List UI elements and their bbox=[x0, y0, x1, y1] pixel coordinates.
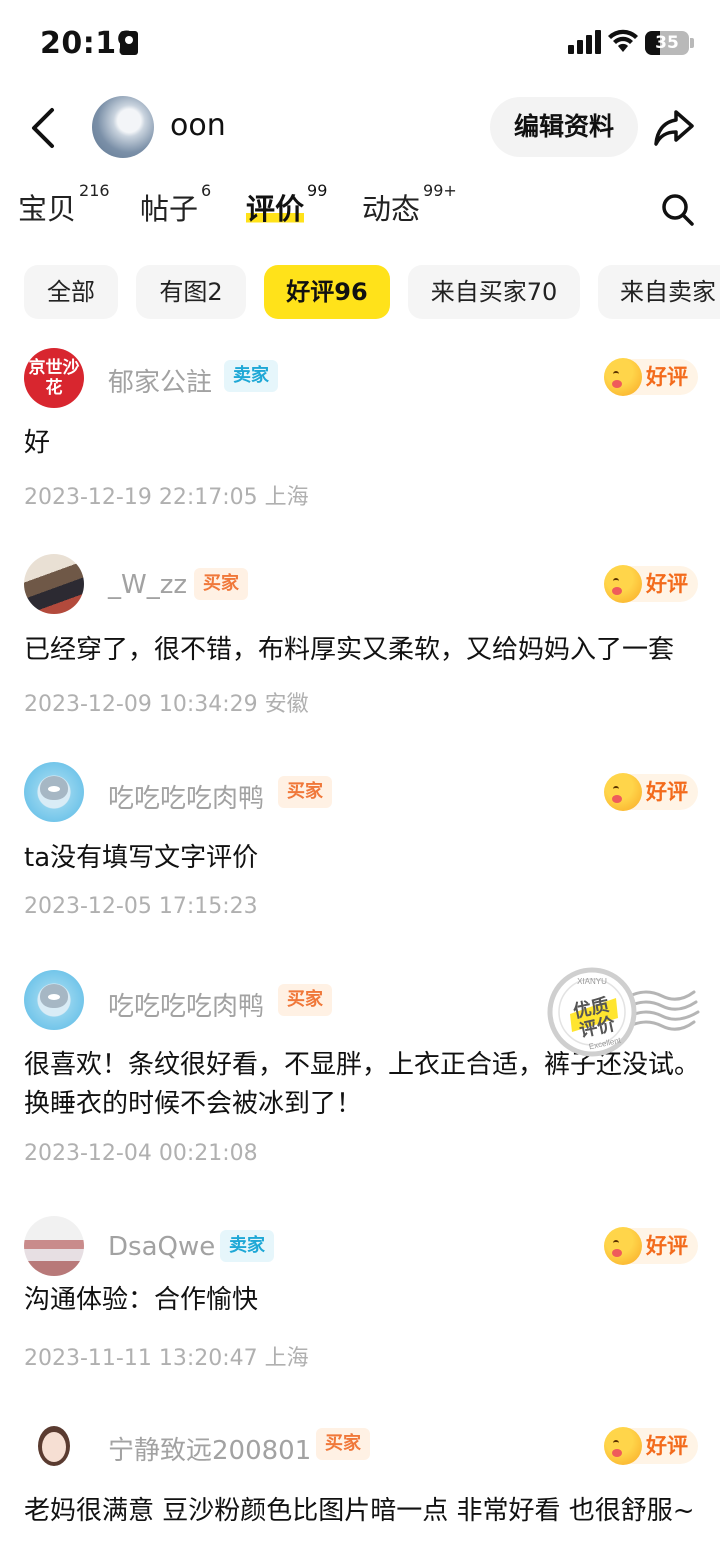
tab-posts[interactable]: 帖子6 bbox=[140, 181, 211, 228]
reviewer-avatar[interactable] bbox=[24, 970, 84, 1030]
rating-badge: 好评 bbox=[604, 773, 698, 811]
role-badge: 卖家 bbox=[224, 360, 278, 392]
filter-with-images[interactable]: 有图2 bbox=[136, 265, 246, 319]
status-bar: 20:19 35 bbox=[0, 0, 720, 86]
role-badge: 买家 bbox=[278, 984, 332, 1016]
rating-badge: 好评 bbox=[604, 1227, 698, 1265]
reviewer-avatar[interactable] bbox=[24, 762, 84, 822]
rating-badge: 好评 bbox=[604, 1427, 698, 1465]
review-time: 2023-12-09 10:34:29 安徽 bbox=[24, 692, 309, 717]
filter-from-sellers[interactable]: 来自卖家 bbox=[598, 265, 720, 319]
role-badge: 买家 bbox=[278, 776, 332, 808]
filter-positive[interactable]: 好评96 bbox=[264, 265, 390, 319]
svg-text:XIANYU: XIANYU bbox=[577, 977, 607, 986]
tab-reviews[interactable]: 评价99 bbox=[246, 181, 327, 228]
edit-profile-button[interactable]: 编辑资料 bbox=[490, 97, 638, 157]
reviewer-name[interactable]: 吃吃吃吃肉鸭 bbox=[108, 986, 264, 1023]
smile-rating-icon bbox=[604, 565, 642, 603]
battery-tip bbox=[690, 38, 694, 48]
tab-activity[interactable]: 动态99+ bbox=[362, 181, 457, 228]
battery-level: 35 bbox=[655, 33, 679, 53]
review-text: ta没有填写文字评价 bbox=[24, 843, 259, 873]
wifi-icon bbox=[608, 29, 638, 52]
filter-all[interactable]: 全部 bbox=[24, 265, 118, 319]
tab-items[interactable]: 宝贝216 bbox=[18, 181, 110, 228]
reviewer-avatar[interactable] bbox=[24, 1216, 84, 1276]
review-filters: 全部 有图2 好评96 来自买家70 来自卖家 bbox=[0, 265, 720, 321]
back-icon[interactable] bbox=[24, 104, 64, 152]
reviewer-name[interactable]: 宁静致远200801 bbox=[108, 1430, 311, 1467]
review-text: 老妈很满意 豆沙粉颜色比图片暗一点 非常好看 也很舒服~ bbox=[24, 1496, 695, 1526]
rating-badge: 好评 bbox=[604, 358, 698, 396]
filter-from-buyers[interactable]: 来自买家70 bbox=[408, 265, 580, 319]
search-icon[interactable] bbox=[660, 192, 696, 228]
smile-rating-icon bbox=[604, 773, 642, 811]
review-text: 已经穿了，很不错，布料厚实又柔软，又给妈妈入了一套 bbox=[24, 635, 675, 665]
review-time: 2023-11-11 13:20:47 上海 bbox=[24, 1346, 309, 1371]
review-time: 2023-12-04 00:21:08 bbox=[24, 1141, 258, 1166]
reviewer-name[interactable]: _W_zz bbox=[108, 570, 187, 600]
reviewer-name[interactable]: DsaQwe bbox=[108, 1232, 215, 1262]
share-icon[interactable] bbox=[652, 106, 696, 150]
signal-icon bbox=[568, 30, 602, 54]
profile-username: oon bbox=[170, 108, 226, 143]
smile-rating-icon bbox=[604, 1227, 642, 1265]
id-card-icon bbox=[120, 31, 138, 55]
reviewer-avatar[interactable]: 京世沙花 bbox=[24, 348, 84, 408]
role-badge: 买家 bbox=[194, 568, 248, 600]
profile-avatar[interactable] bbox=[92, 96, 154, 158]
reviewer-name[interactable]: 吃吃吃吃肉鸭 bbox=[108, 778, 264, 815]
role-badge: 买家 bbox=[316, 1428, 370, 1460]
smile-rating-icon bbox=[604, 358, 642, 396]
review-text: 沟通体验：合作愉快 bbox=[24, 1285, 259, 1315]
rating-badge: 好评 bbox=[604, 565, 698, 603]
review-time: 2023-12-19 22:17:05 上海 bbox=[24, 485, 309, 510]
reviewer-avatar[interactable] bbox=[24, 554, 84, 614]
role-badge: 卖家 bbox=[220, 1230, 274, 1262]
profile-tabs: 宝贝216 帖子6 评价99 动态99+ bbox=[0, 181, 720, 246]
smile-rating-icon bbox=[604, 1427, 642, 1465]
quality-review-stamp-icon: XIANYU 优质 评价 Excellent bbox=[547, 967, 700, 1057]
battery-icon: 35 bbox=[645, 31, 689, 55]
review-time: 2023-12-05 17:15:23 bbox=[24, 894, 258, 919]
review-text: 好 bbox=[24, 428, 51, 458]
reviewer-avatar[interactable] bbox=[24, 1416, 84, 1476]
reviewer-name[interactable]: 郁家公註 bbox=[108, 362, 212, 399]
